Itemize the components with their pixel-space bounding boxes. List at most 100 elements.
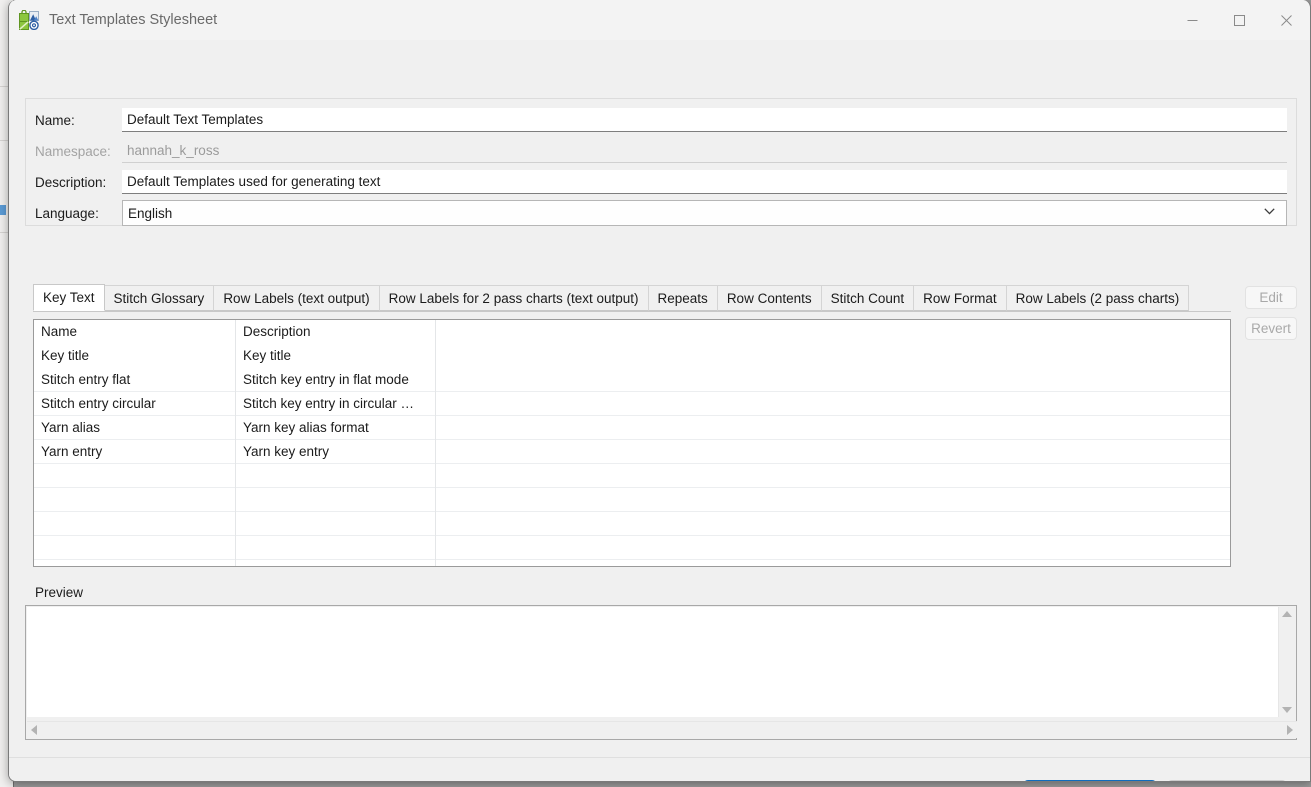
table-row[interactable] — [34, 487, 1230, 512]
namespace-label: Namespace: — [35, 143, 111, 159]
table-cell-name — [34, 463, 236, 488]
tab-row-format[interactable]: Row Format — [914, 285, 1007, 311]
table-action-buttons: Edit Revert — [1245, 286, 1297, 340]
preview-label: Preview — [35, 585, 84, 600]
tab-label: Stitch Glossary — [113, 290, 205, 306]
language-value: English — [128, 205, 173, 221]
table-row[interactable]: Name Description — [34, 320, 1230, 344]
template-table[interactable]: Name Description Key title Key title Stitch … — [33, 319, 1231, 567]
table-cell-name: Stitch entry circular — [34, 391, 236, 416]
table-row[interactable]: Key title Key title — [34, 343, 1230, 368]
table-cell-name — [34, 535, 236, 560]
table-cell-name — [34, 487, 236, 512]
table-cell-description — [236, 559, 436, 566]
table-cell-extra — [436, 560, 1230, 567]
title-bar: Text Templates Stylesheet — [9, 0, 1310, 40]
table-cell-extra — [436, 440, 1230, 464]
edit-button: Edit — [1245, 286, 1297, 309]
maximize-button[interactable] — [1216, 0, 1263, 40]
namespace-row: Namespace: hannah_k_ross — [26, 138, 1296, 164]
scroll-right-icon[interactable] — [1287, 725, 1293, 735]
scroll-left-icon[interactable] — [31, 725, 37, 735]
table-cell-description: Yarn key alias format — [236, 415, 436, 440]
tab-row-labels-2-pass-charts[interactable]: Row Labels (2 pass charts) — [1006, 285, 1190, 311]
template-category-tabs: Key Text Stitch Glossary Row Labels (text … — [33, 284, 1231, 312]
table-cell-extra — [436, 464, 1230, 488]
table-cell-extra — [436, 536, 1230, 560]
table-row[interactable]: Yarn entry Yarn key entry — [34, 439, 1230, 464]
table-cell-description: Key title — [236, 343, 436, 368]
footer-divider — [9, 757, 1310, 758]
window-controls — [1169, 0, 1310, 40]
language-select[interactable]: English — [122, 200, 1287, 226]
table-cell-name — [34, 559, 236, 566]
tab-stitch-count[interactable]: Stitch Count — [821, 285, 915, 311]
table-cell-extra — [436, 416, 1230, 440]
preview-panel — [25, 605, 1297, 740]
tab-repeats[interactable]: Repeats — [648, 285, 718, 311]
table-cell-description — [236, 535, 436, 560]
app-stylesheet-icon — [19, 9, 39, 31]
scroll-up-icon[interactable] — [1282, 611, 1292, 617]
tab-row-labels-text-output[interactable]: Row Labels (text output) — [214, 285, 380, 311]
description-input[interactable]: Default Templates used for generating te… — [122, 170, 1287, 194]
table-cell-name — [34, 511, 236, 536]
minimize-button[interactable] — [1169, 0, 1216, 40]
tab-key-text[interactable]: Key Text — [33, 284, 105, 311]
tab-label: Repeats — [657, 290, 708, 306]
table-row[interactable]: Yarn alias Yarn key alias format — [34, 415, 1230, 440]
language-label: Language: — [35, 205, 99, 221]
cancel-button[interactable]: Cancel — [1167, 780, 1287, 781]
name-input[interactable]: Default Text Templates — [122, 108, 1287, 132]
tab-label: Row Contents — [726, 290, 812, 306]
table-cell-name: Stitch entry flat — [34, 367, 236, 392]
table-row[interactable]: Stitch entry circular Stitch key entry in… — [34, 391, 1230, 416]
namespace-input: hannah_k_ross — [122, 139, 1287, 163]
table-cell-description — [236, 463, 436, 488]
table-cell-name: Yarn alias — [34, 415, 236, 440]
table-cell-extra — [436, 392, 1230, 416]
table-cell-extra — [436, 320, 1230, 344]
chevron-down-icon — [1264, 208, 1275, 218]
tab-stitch-glossary[interactable]: Stitch Glossary — [104, 285, 215, 311]
preview-vertical-scrollbar[interactable] — [1278, 607, 1295, 717]
stylesheet-properties-panel: Name: Default Text Templates Namespace: … — [25, 98, 1297, 226]
name-label: Name: — [35, 112, 75, 128]
preview-horizontal-scrollbar[interactable] — [27, 721, 1297, 738]
revert-button: Revert — [1245, 317, 1297, 340]
table-cell-description: Stitch key entry in circular … — [236, 391, 436, 416]
language-row: Language: English — [26, 200, 1296, 226]
table-cell-description: Description — [236, 320, 436, 344]
table-cell-extra — [436, 344, 1230, 368]
tab-row-contents[interactable]: Row Contents — [717, 285, 822, 311]
dialog-body: Name: Default Text Templates Namespace: … — [9, 40, 1310, 781]
preview-content[interactable] — [27, 607, 1279, 717]
table-cell-name: Name — [34, 320, 236, 344]
tab-label: Row Labels (2 pass charts) — [1015, 290, 1180, 306]
table-cell-description — [236, 511, 436, 536]
table-cell-description: Stitch key entry in flat mode — [236, 367, 436, 392]
tab-label: Stitch Count — [830, 290, 905, 306]
table-row[interactable] — [34, 559, 1230, 567]
table-cell-name: Key title — [34, 343, 236, 368]
description-label: Description: — [35, 174, 107, 190]
close-button[interactable] — [1263, 0, 1310, 40]
name-row: Name: Default Text Templates — [26, 107, 1296, 133]
table-cell-extra — [436, 368, 1230, 392]
tab-label: Row Labels for 2 pass charts (text outpu… — [388, 290, 639, 306]
table-row[interactable] — [34, 463, 1230, 488]
table-row[interactable] — [34, 535, 1230, 560]
table-row[interactable]: Stitch entry flat Stitch key entry in fla… — [34, 367, 1230, 392]
window-title: Text Templates Stylesheet — [49, 12, 218, 28]
table-cell-extra — [436, 488, 1230, 512]
table-cell-description: Yarn key entry — [236, 439, 436, 464]
table-cell-extra — [436, 512, 1230, 536]
description-row: Description: Default Templates used for … — [26, 169, 1296, 195]
tab-row-labels-for-2-pass-charts-text-output[interactable]: Row Labels for 2 pass charts (text outpu… — [379, 285, 649, 311]
apply-and-close-button[interactable]: Apply and Close — [1023, 780, 1157, 781]
footer-buttons: Apply and Close Cancel — [1023, 780, 1287, 781]
table-row[interactable] — [34, 511, 1230, 536]
scroll-down-icon[interactable] — [1282, 707, 1292, 713]
tab-label: Row Labels (text output) — [223, 290, 370, 306]
table-cell-description — [236, 487, 436, 512]
